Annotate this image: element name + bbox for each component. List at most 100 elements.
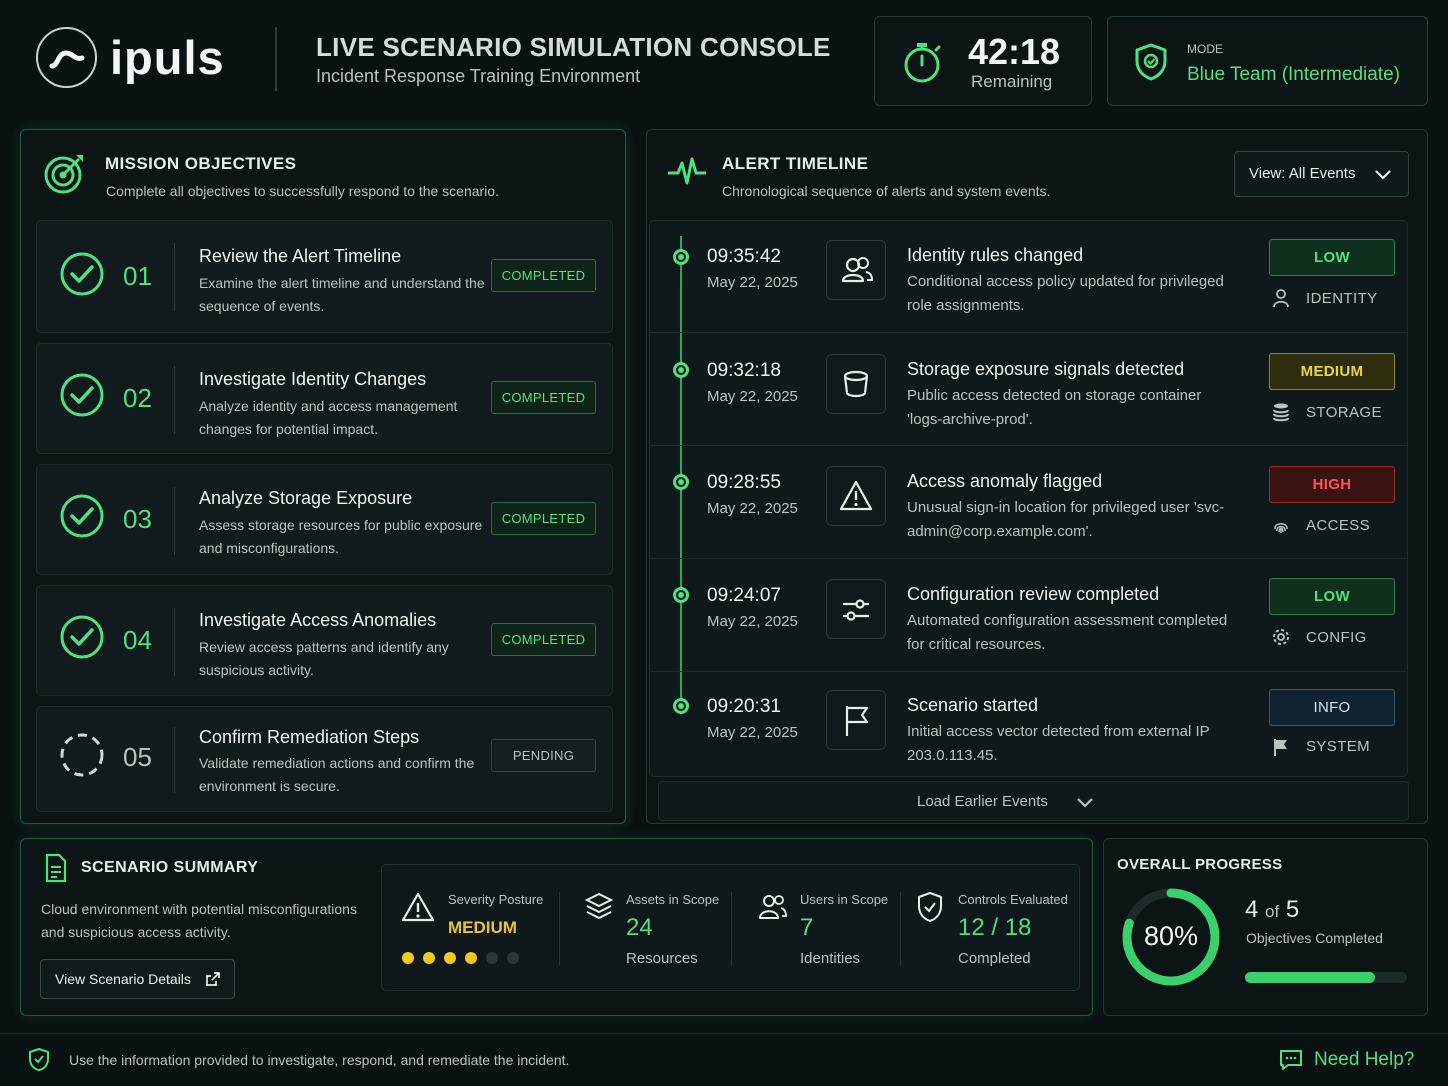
timer-value: 42:18 [968,31,1061,72]
objective-title: Investigate Identity Changes [199,369,427,389]
objective-card-04[interactable]: 04 Investigate Access Anomalies Review a… [36,585,613,696]
event-desc: Conditional access policy updated for pr… [907,273,1224,314]
event-title: Scenario started [907,695,1039,715]
view-filter-value: View: All Events [1249,165,1356,182]
timeline-dot [673,698,689,714]
gear-icon [1273,629,1289,645]
severity-dot [444,952,456,964]
timeline-title: ALERT TIMELINE [722,154,869,173]
event-category: IDENTITY [1306,290,1378,307]
objective-divider [174,727,175,793]
shield-check-icon [29,1048,49,1071]
status-badge: COMPLETED [491,259,596,292]
progress-of: of [1265,902,1280,921]
event-desc: Initial access vector detected from exte… [907,723,1210,764]
timeline-dot [673,474,689,490]
objective-title: Review the Alert Timeline [199,246,402,266]
warning-icon [401,892,435,922]
event-title: Identity rules changed [907,245,1084,265]
progress-bar-fill [1245,972,1375,983]
severity-badge: INFO [1269,689,1395,726]
flag-icon [826,690,886,750]
status-badge: PENDING [491,739,596,772]
event-category: CONFIG [1306,629,1367,646]
status-badge: COMPLETED [491,502,596,535]
users-label: Users in Scope [800,892,889,907]
check-circle-icon [60,615,104,659]
logo-mark [36,27,97,88]
stat-divider [559,892,560,966]
severity-dot [507,952,519,964]
objective-title: Analyze Storage Exposure [199,488,413,508]
progress-percent: 80% [1143,921,1199,951]
severity-posture-value: MEDIUM [448,918,517,937]
need-help-link[interactable]: Need Help? [1314,1049,1414,1071]
severity-dot [486,952,498,964]
objective-divider [174,608,175,676]
page-title: LIVE SCENARIO SIMULATION CONSOLE [316,32,831,62]
event-desc: Public access detected on storage contai… [907,387,1202,428]
objective-number: 05 [123,742,152,772]
event-time: 09:32:18 [707,360,781,381]
event-time: 09:24:07 [707,585,781,606]
objective-desc: Review access patterns and identify any … [199,639,449,678]
event-category: SYSTEM [1306,738,1371,755]
objective-divider [174,487,175,555]
summary-desc: Cloud environment with potential misconf… [41,901,357,940]
stat-divider [731,892,732,966]
assets-value: 24 [626,914,653,941]
fingerprint-icon [1274,523,1288,533]
progress-title: OVERALL PROGRESS [1117,856,1283,873]
objective-divider [174,366,175,434]
shield-check-icon [918,892,942,922]
objective-card-03[interactable]: 03 Analyze Storage Exposure Assess stora… [36,464,613,575]
chevron-down-icon [1375,170,1391,180]
objective-number: 02 [123,383,152,413]
objective-divider [174,243,175,311]
timeline-subtitle: Chronological sequence of alerts and sys… [722,183,1051,199]
event-date: May 22, 2025 [707,613,798,630]
severity-badge: HIGH [1269,466,1395,503]
chat-icon[interactable] [1278,1048,1304,1072]
objective-card-01[interactable]: 01 Review the Alert Timeline Examine the… [36,220,613,333]
severity-badge: MEDIUM [1269,353,1395,390]
objective-title: Confirm Remediation Steps [199,727,420,747]
load-earlier-label: Load Earlier Events [917,793,1048,810]
mode-label: MODE [1187,42,1223,56]
severity-dot [402,952,414,964]
objective-card-02[interactable]: 02 Investigate Identity Changes Analyze … [36,343,613,454]
event-time: 09:20:31 [707,696,781,717]
stat-divider [900,892,901,966]
objective-desc: Validate remediation actions and confirm… [199,755,475,794]
event-title: Access anomaly flagged [907,471,1103,491]
person-icon [1273,289,1289,308]
check-circle-icon [60,494,104,538]
controls-value: 12 / 18 [958,914,1032,941]
document-icon [45,853,67,883]
status-badge: COMPLETED [491,381,596,414]
external-link-icon [206,972,220,986]
event-title: Configuration review completed [907,584,1160,604]
timer-label: Remaining [971,72,1053,91]
pulse-icon [668,157,706,185]
timeline-dot [673,249,689,265]
event-time: 09:28:55 [707,472,781,493]
event-date: May 22, 2025 [707,388,798,405]
objective-title: Investigate Access Anomalies [199,610,437,630]
target-icon [44,155,83,194]
objective-number: 04 [123,625,152,655]
objective-number: 03 [123,504,152,534]
view-scenario-details-label: View Scenario Details [55,971,191,987]
flag-icon [1274,739,1287,756]
sliders-icon [826,579,886,639]
event-category: ACCESS [1306,517,1371,534]
severity-badge: LOW [1269,239,1395,276]
layers-icon [584,892,614,920]
objectives-subtitle: Complete all objectives to successfully … [106,183,499,199]
users-sub: Identities [800,950,861,967]
progress-label: Objectives Completed [1246,930,1383,946]
header-divider [275,27,277,91]
users-icon [759,895,787,919]
users-value: 7 [800,914,814,941]
objective-card-05[interactable]: 05 Confirm Remediation Steps Validate re… [36,706,613,812]
